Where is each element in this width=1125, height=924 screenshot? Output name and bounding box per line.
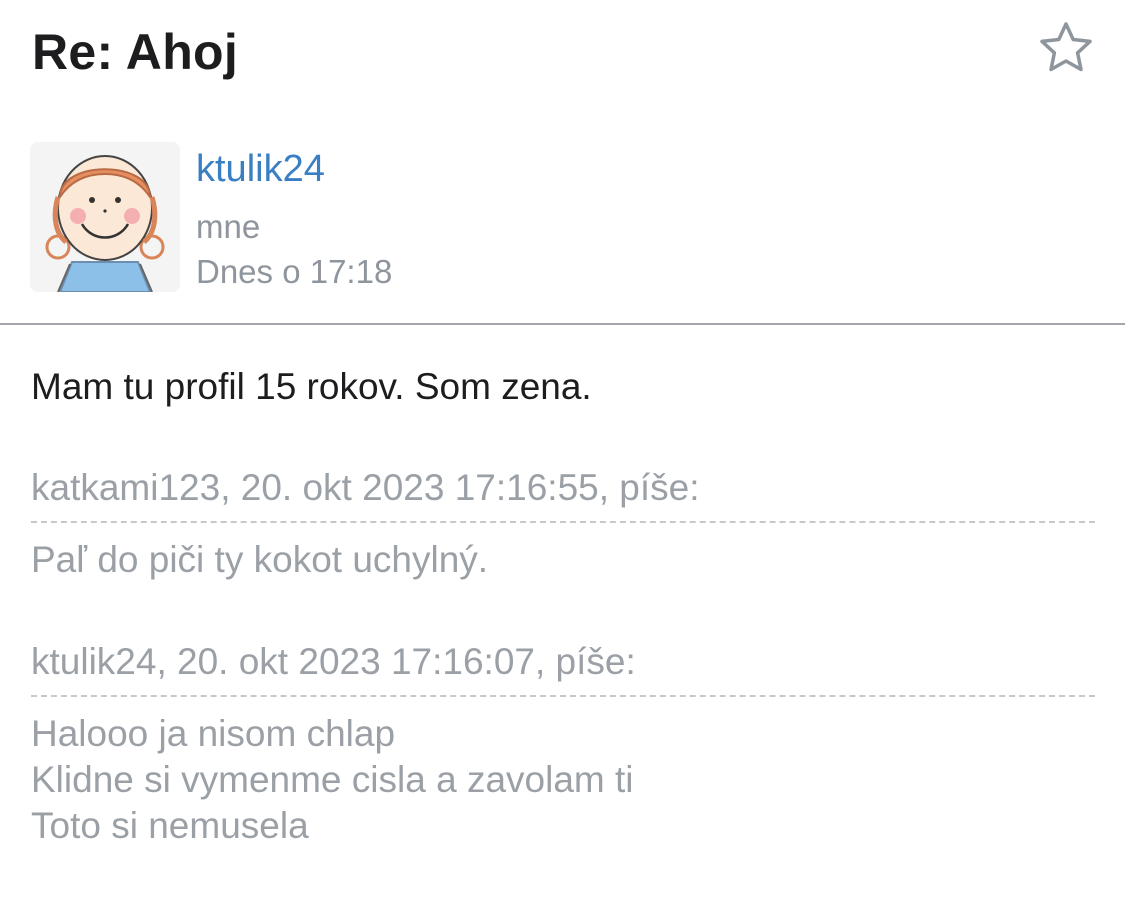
star-icon[interactable]: [1035, 18, 1097, 80]
header-divider: [0, 323, 1125, 325]
message-header: Re: Ahoj: [32, 18, 1125, 88]
quote-line-text: Paľ do piči ty kokot uchylný.: [31, 539, 489, 580]
quote-body: Paľ do piči ty kokot uchylný.: [31, 537, 1095, 583]
quoted-message: katkami123, 20. okt 2023 17:16:55, píše:…: [31, 465, 1095, 583]
message-body: Mam tu profil 15 rokov. Som zena.: [31, 366, 592, 407]
quote-divider: [31, 521, 1095, 523]
quote-divider: [31, 695, 1095, 697]
quote-body: Halooo ja nisom chlap Klidne si vymenme …: [31, 711, 1095, 849]
quote-line-text: Halooo ja nisom chlap: [31, 713, 396, 754]
sender-block: ktulik24 mne Dnes o 17:18: [30, 142, 1090, 302]
avatar[interactable]: [30, 142, 180, 292]
quote-line-text: Klidne si vymenme cisla a zavolam ti: [31, 759, 634, 800]
message-date: Dnes o 17:18: [196, 253, 393, 290]
recipient-label: mne: [196, 208, 261, 245]
sender-name-link[interactable]: ktulik24: [196, 147, 325, 191]
message-subject: Re: Ahoj: [32, 24, 239, 80]
quote-header: ktulik24, 20. okt 2023 17:16:07, píše:: [31, 641, 636, 682]
quote-header: katkami123, 20. okt 2023 17:16:55, píše:: [31, 467, 700, 508]
quoted-message: ktulik24, 20. okt 2023 17:16:07, píše: H…: [31, 639, 1095, 849]
quote-line-text: Toto si nemusela: [31, 805, 309, 846]
